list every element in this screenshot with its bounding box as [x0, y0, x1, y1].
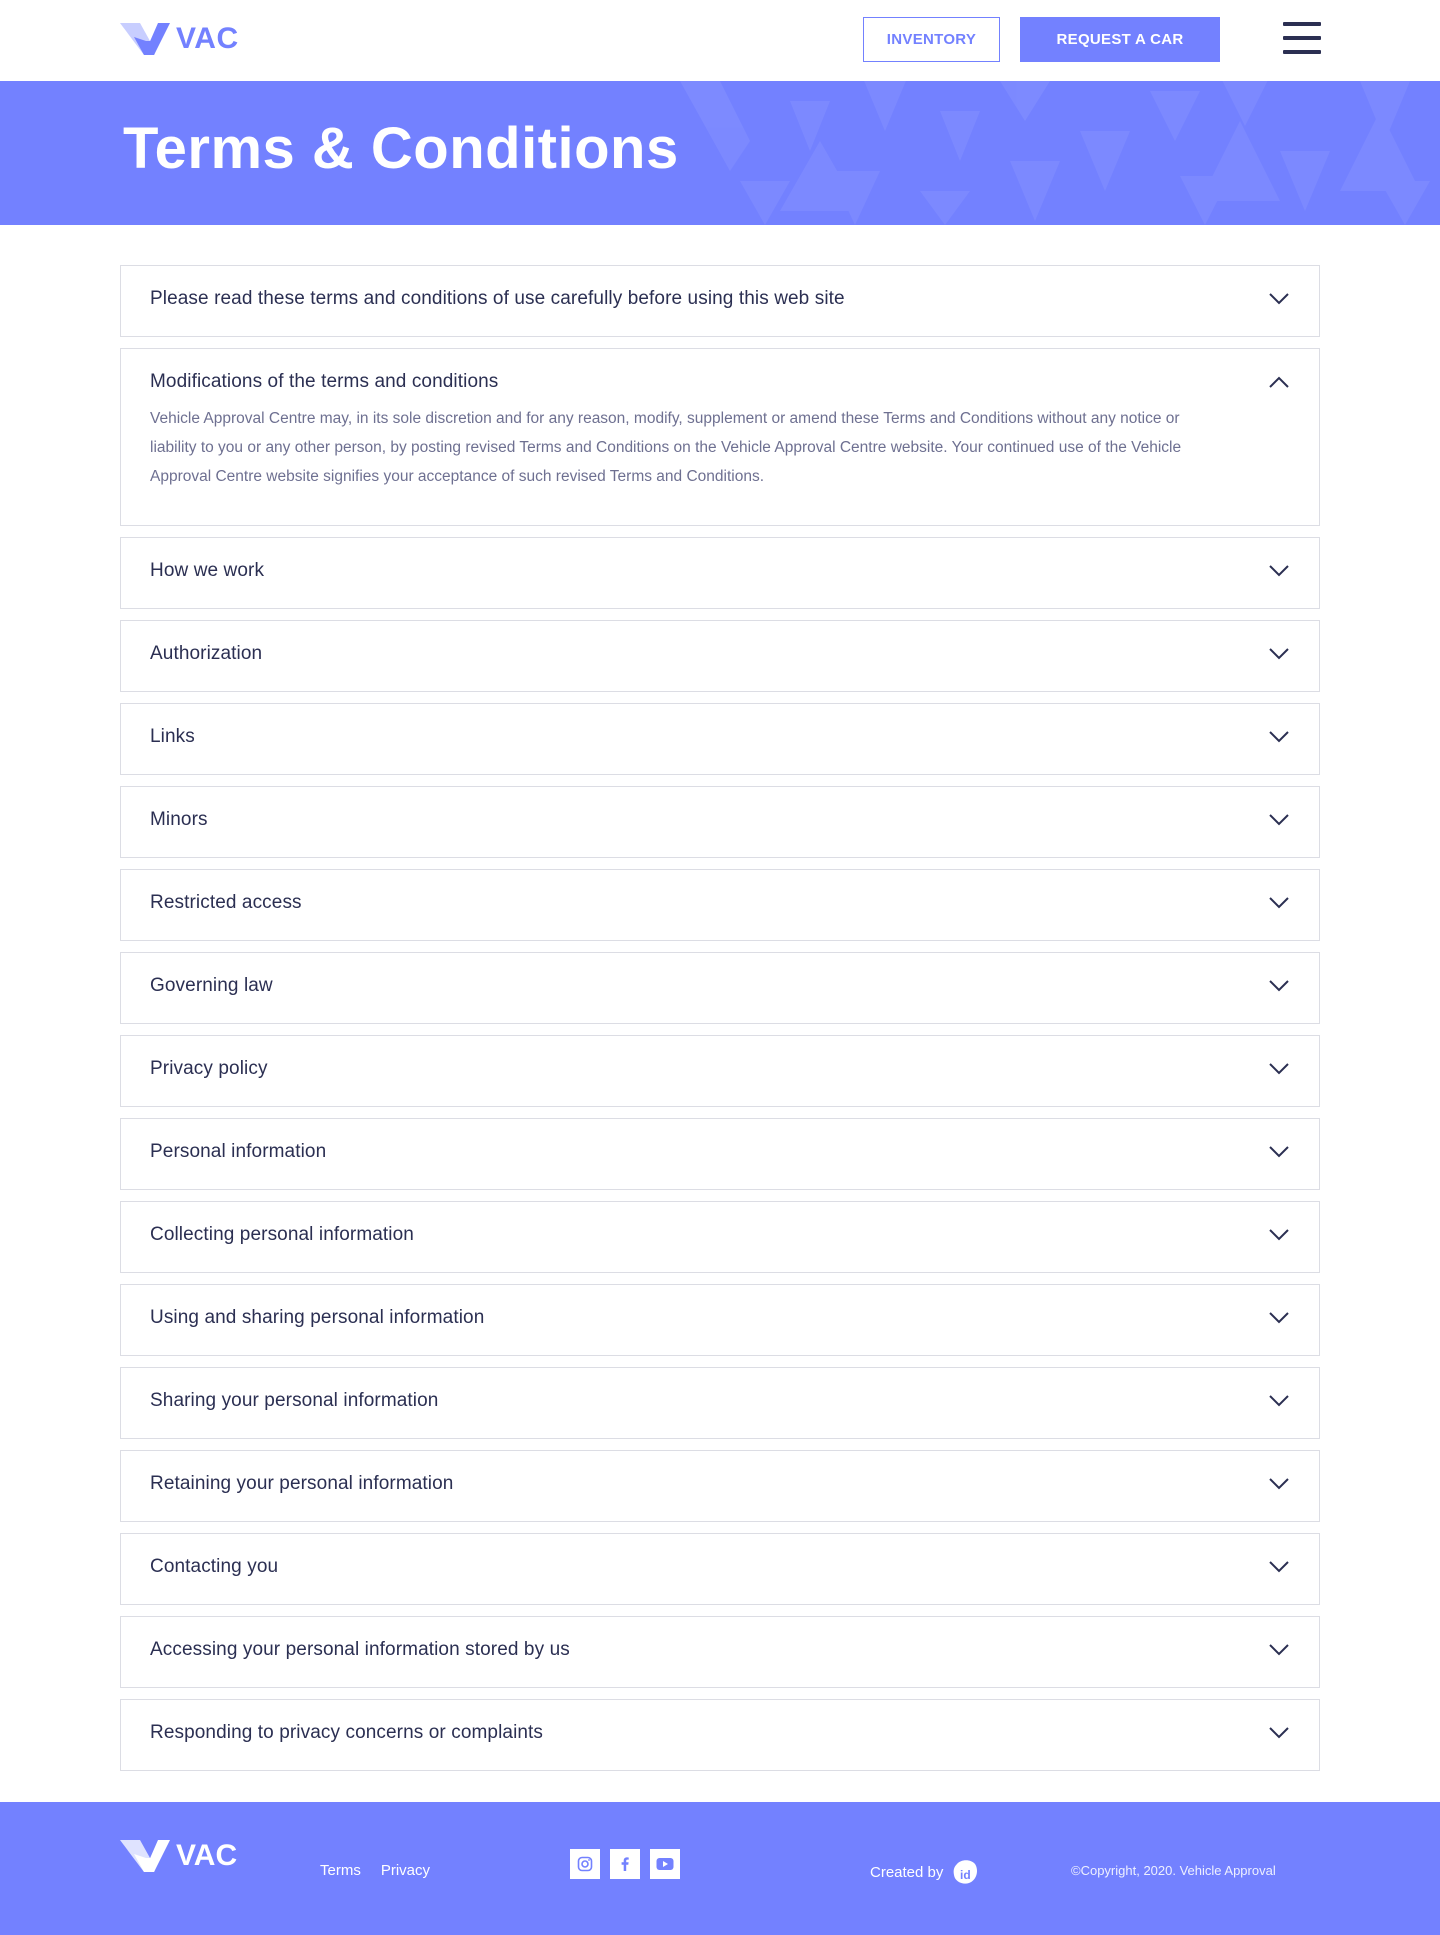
accordion-title: Please read these terms and conditions o…: [150, 288, 845, 309]
accordion-header[interactable]: Sharing your personal information: [121, 1368, 1319, 1438]
chevron-down-icon: [1269, 1395, 1289, 1407]
accordion-item: Responding to privacy concerns or compla…: [120, 1699, 1320, 1771]
hero-pattern-decoration: [680, 81, 1430, 225]
accordion-header[interactable]: Using and sharing personal information: [121, 1285, 1319, 1355]
accordion-item: Accessing your personal information stor…: [120, 1616, 1320, 1688]
accordion-title: Contacting you: [150, 1556, 279, 1577]
accordion-item: Retaining your personal information: [120, 1450, 1320, 1522]
accordion-header[interactable]: Privacy policy: [121, 1036, 1319, 1106]
accordion-title: Personal information: [150, 1141, 327, 1162]
accordion-header[interactable]: Collecting personal information: [121, 1202, 1319, 1272]
chevron-down-icon: [1269, 648, 1289, 660]
chevron-down-icon: [1269, 1727, 1289, 1739]
footer-link-privacy[interactable]: Privacy: [381, 1862, 430, 1879]
accordion-title: Responding to privacy concerns or compla…: [150, 1722, 544, 1743]
page-title: Terms & Conditions: [123, 116, 679, 181]
accordion-item: Personal information: [120, 1118, 1320, 1190]
accordion-item: Collecting personal information: [120, 1201, 1320, 1273]
chevron-down-icon: [1269, 980, 1289, 992]
chevron-down-icon: [1269, 897, 1289, 909]
accordion-item: Using and sharing personal information: [120, 1284, 1320, 1356]
facebook-icon[interactable]: [610, 1849, 640, 1879]
accordion-title: Governing law: [150, 975, 273, 996]
accordion-header[interactable]: Contacting you: [121, 1534, 1319, 1604]
chevron-down-icon: [1269, 814, 1289, 826]
chevron-down-icon: [1269, 731, 1289, 743]
accordion-header[interactable]: Personal information: [121, 1119, 1319, 1189]
copyright-text: ©Copyright, 2020. Vehicle Approval: [1071, 1863, 1276, 1878]
accordion-item: Privacy policy: [120, 1035, 1320, 1107]
footer-logo-text: VAC: [176, 1839, 238, 1872]
accordion-title: Using and sharing personal information: [150, 1307, 485, 1328]
instagram-icon[interactable]: [570, 1849, 600, 1879]
accordion-item: Please read these terms and conditions o…: [120, 265, 1320, 337]
accordion-item: Sharing your personal information: [120, 1367, 1320, 1439]
accordion-body: Vehicle Approval Centre may, in its sole…: [150, 410, 1182, 485]
request-car-button[interactable]: REQUEST A CAR: [1020, 17, 1220, 62]
accordion-header[interactable]: Restricted access: [121, 870, 1319, 940]
terms-accordion: Please read these terms and conditions o…: [120, 265, 1320, 1771]
accordion-header[interactable]: Responding to privacy concerns or compla…: [121, 1700, 1319, 1770]
vac-logo-icon: [120, 23, 170, 55]
chevron-down-icon: [1269, 1063, 1289, 1075]
chevron-down-icon: [1269, 1146, 1289, 1158]
inventory-button[interactable]: INVENTORY: [863, 17, 1000, 62]
accordion-item: Links: [120, 703, 1320, 775]
chevron-down-icon: [1269, 1312, 1289, 1324]
accordion-title: Modifications of the terms and condition…: [150, 371, 499, 392]
accordion-title: Authorization: [150, 643, 263, 664]
svg-text:id: id: [960, 1868, 971, 1882]
accordion-title: Sharing your personal information: [150, 1390, 439, 1411]
chevron-down-icon: [1269, 1229, 1289, 1241]
accordion-header[interactable]: Accessing your personal information stor…: [121, 1617, 1319, 1687]
accordion-header[interactable]: Modifications of the terms and condition…: [121, 349, 1319, 404]
accordion-header[interactable]: Retaining your personal information: [121, 1451, 1319, 1521]
agency-logo-icon[interactable]: id: [951, 1858, 979, 1886]
accordion-header[interactable]: Minors: [121, 787, 1319, 857]
accordion-title: Accessing your personal information stor…: [150, 1639, 570, 1660]
accordion-item: Authorization: [120, 620, 1320, 692]
chevron-down-icon: [1269, 565, 1289, 577]
footer-link-terms[interactable]: Terms: [320, 1862, 361, 1879]
logo-link[interactable]: VAC: [120, 22, 239, 56]
accordion-item: Minors: [120, 786, 1320, 858]
accordion-title: Links: [150, 726, 195, 747]
created-by: Created by id: [870, 1858, 979, 1886]
accordion-title: Retaining your personal information: [150, 1473, 454, 1494]
accordion-title: Restricted access: [150, 892, 302, 913]
accordion-header[interactable]: How we work: [121, 538, 1319, 608]
accordion-item: Contacting you: [120, 1533, 1320, 1605]
accordion-item: Restricted access: [120, 869, 1320, 941]
menu-icon[interactable]: [1283, 22, 1321, 56]
chevron-up-icon: [1269, 376, 1289, 388]
logo-text: VAC: [176, 22, 239, 55]
accordion-title: Collecting personal information: [150, 1224, 414, 1245]
vac-logo-icon: [120, 1840, 170, 1872]
accordion-title: How we work: [150, 560, 265, 581]
accordion-title: Minors: [150, 809, 208, 830]
chevron-down-icon: [1269, 293, 1289, 305]
chevron-down-icon: [1269, 1478, 1289, 1490]
chevron-down-icon: [1269, 1644, 1289, 1656]
hero-banner: Terms & Conditions: [0, 81, 1440, 225]
created-by-label: Created by: [870, 1863, 944, 1881]
youtube-icon[interactable]: [650, 1849, 680, 1879]
accordion-header[interactable]: Authorization: [121, 621, 1319, 691]
accordion-item: Modifications of the terms and condition…: [120, 348, 1320, 526]
social-links: [570, 1849, 680, 1879]
accordion-header[interactable]: Governing law: [121, 953, 1319, 1023]
footer-links: Terms Privacy: [320, 1862, 430, 1879]
accordion-title: Privacy policy: [150, 1058, 268, 1079]
accordion-item: How we work: [120, 537, 1320, 609]
accordion-item: Governing law: [120, 952, 1320, 1024]
accordion-header[interactable]: Please read these terms and conditions o…: [121, 266, 1319, 336]
site-header: VAC INVENTORY REQUEST A CAR: [0, 0, 1440, 81]
footer-logo[interactable]: VAC: [120, 1839, 237, 1873]
accordion-header[interactable]: Links: [121, 704, 1319, 774]
site-footer: VAC Terms Privacy Created by id ©Copyrig…: [0, 1802, 1440, 1935]
chevron-down-icon: [1269, 1561, 1289, 1573]
